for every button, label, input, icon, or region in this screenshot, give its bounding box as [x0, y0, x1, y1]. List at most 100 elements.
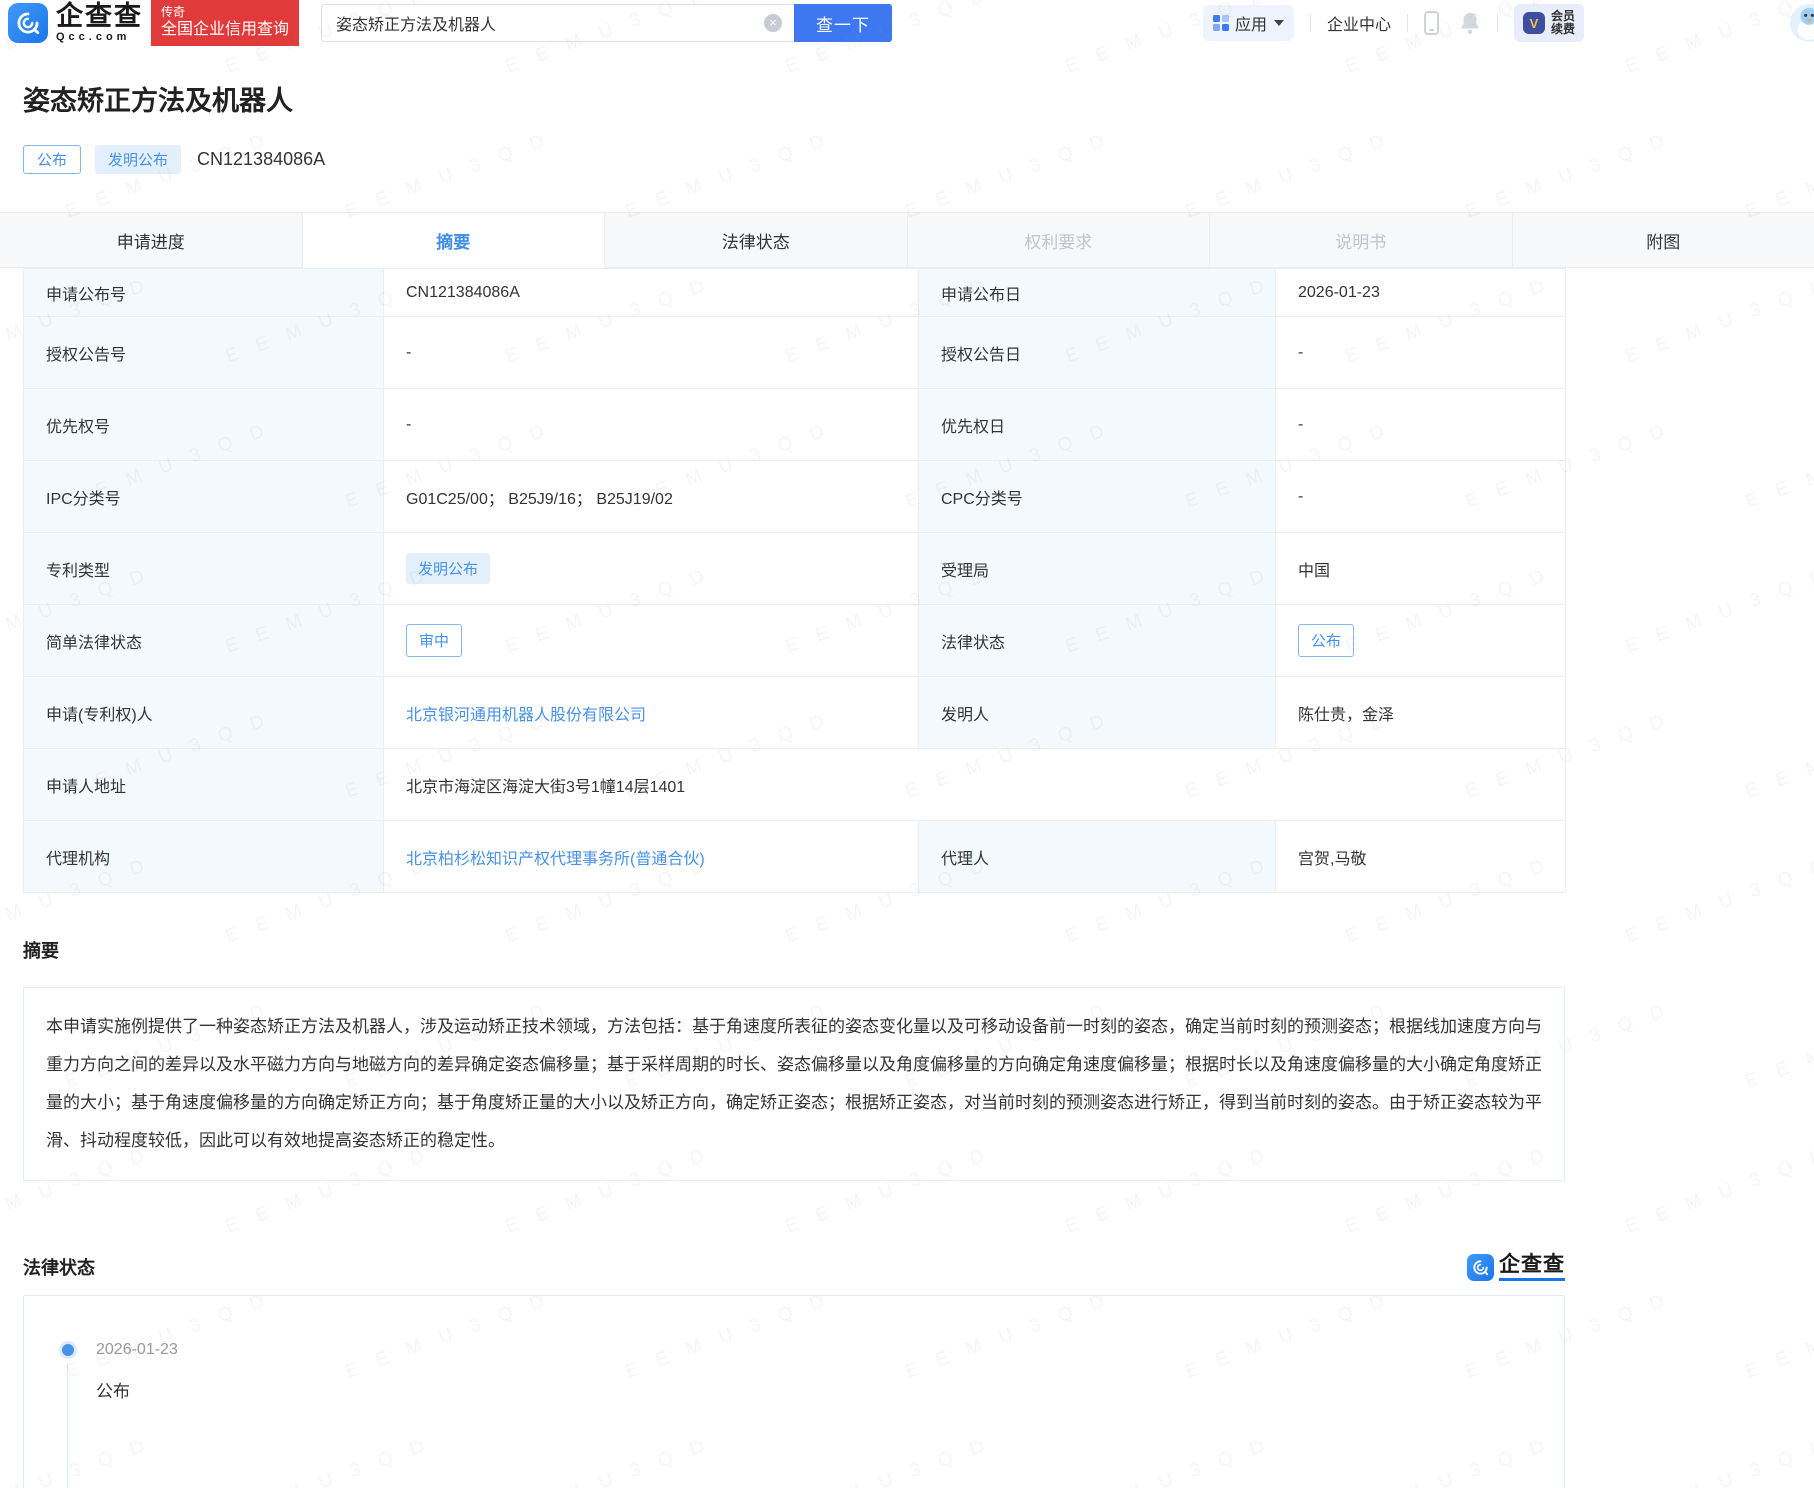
- field-value: -: [384, 317, 919, 389]
- abstract-section: 摘要 本申请实施例提供了一种姿态矫正方法及机器人，涉及运动矫正技术领域，方法包括…: [23, 937, 1565, 1181]
- table-row: 申请人地址北京市海淀区海淀大街3号1幢14层1401: [24, 749, 1566, 821]
- tab-progress[interactable]: 申请进度: [0, 213, 302, 267]
- field-value: -: [384, 389, 919, 461]
- entity-link[interactable]: 北京柏杉松知识产权代理事务所(普通合伙): [406, 851, 705, 868]
- field-label: 代理机构: [24, 821, 384, 893]
- tab-bar: 申请进度摘要法律状态权利要求说明书附图: [0, 212, 1814, 268]
- divider: [1407, 14, 1408, 32]
- field-value: CN121384086A: [384, 269, 919, 317]
- vip-crown-icon: V: [1523, 12, 1545, 34]
- table-row: 优先权号-优先权日-: [24, 389, 1566, 461]
- abstract-box: 本申请实施例提供了一种姿态矫正方法及机器人，涉及运动矫正技术领域，方法包括：基于…: [23, 987, 1565, 1181]
- brand-name: 企查查: [56, 3, 143, 30]
- field-label: 申请(专利权)人: [24, 677, 384, 749]
- timeline-dot: [62, 1344, 74, 1356]
- entity-link[interactable]: 北京银河通用机器人股份有限公司: [406, 707, 646, 724]
- slogan-badge: 传奇 全国企业信用查询: [151, 0, 299, 46]
- legal-timeline: 2026-01-23公布: [24, 1296, 1564, 1488]
- field-label: 代理人: [919, 821, 1276, 893]
- table-row: 授权公告号-授权公告日-: [24, 317, 1566, 389]
- timeline-item: 2026-01-23公布: [62, 1340, 1564, 1402]
- apps-grid-icon: [1213, 15, 1229, 31]
- publish-status-badge: 公布: [23, 145, 81, 174]
- legal-status-box: 2026-01-23公布: [23, 1295, 1565, 1488]
- table-row: 简单法律状态审中法律状态公布: [24, 605, 1566, 677]
- field-value: 中国: [1276, 533, 1566, 605]
- search-bar: × 查一下: [321, 4, 892, 42]
- qcc-corner-logo: 企查查: [1467, 1253, 1565, 1281]
- timeline-status: 公布: [96, 1377, 1564, 1402]
- field-label: 授权公告号: [24, 317, 384, 389]
- invention-type-badge: 发明公布: [95, 145, 181, 174]
- top-header: 企查查 Qcc.com 传奇 全国企业信用查询 × 查一下 应用 企业中心: [0, 0, 1814, 46]
- tab-claims: 权利要求: [907, 213, 1210, 267]
- page: 企查查 Qcc.com 传奇 全国企业信用查询 × 查一下 应用 企业中心: [0, 0, 1814, 1488]
- field-value: -: [1276, 461, 1566, 533]
- search-input[interactable]: [321, 4, 794, 42]
- patent-info-section: 申请公布号CN121384086A申请公布日2026-01-23授权公告号-授权…: [23, 268, 1565, 893]
- field-value: -: [1276, 389, 1566, 461]
- status-badge: 公布: [1298, 624, 1354, 657]
- tab-figures[interactable]: 附图: [1512, 213, 1814, 267]
- patent-info-table: 申请公布号CN121384086A申请公布日2026-01-23授权公告号-授权…: [23, 268, 1566, 893]
- page-title: 姿态矫正方法及机器人: [23, 84, 1814, 118]
- user-avatar[interactable]: [1790, 4, 1814, 42]
- qcc-logo-text: 企查查 Qcc.com: [56, 3, 143, 43]
- notification-bell-icon[interactable]: [1459, 11, 1481, 35]
- divider: [1310, 14, 1311, 32]
- slogan-line2: 全国企业信用查询: [161, 20, 289, 40]
- table-row: 专利类型发明公布 受理局中国: [24, 533, 1566, 605]
- search-button[interactable]: 查一下: [794, 4, 892, 42]
- field-value: 北京市海淀区海淀大街3号1幢14层1401: [384, 749, 1566, 821]
- field-value: 陈仕贵，金泽: [1276, 677, 1566, 749]
- field-label: IPC分类号: [24, 461, 384, 533]
- field-label: 申请人地址: [24, 749, 384, 821]
- brand-domain: Qcc.com: [56, 32, 143, 43]
- patent-number: CN121384086A: [197, 149, 325, 170]
- mobile-app-icon[interactable]: [1424, 11, 1439, 35]
- table-row: 申请公布号CN121384086A申请公布日2026-01-23: [24, 269, 1566, 317]
- field-label: 优先权日: [919, 389, 1276, 461]
- qcc-corner-logo-text: 企查查: [1499, 1253, 1565, 1281]
- apps-menu-button[interactable]: 应用: [1203, 5, 1294, 41]
- legal-status-heading: 法律状态: [23, 1254, 95, 1280]
- header-right: 应用 企业中心 V 会员 续费: [1203, 0, 1814, 46]
- tab-legal-status[interactable]: 法律状态: [604, 213, 907, 267]
- field-value: 发明公布: [384, 533, 919, 605]
- status-badge: 审中: [406, 624, 462, 657]
- qcc-corner-logo-icon: [1467, 1254, 1494, 1281]
- field-value: 公布: [1276, 605, 1566, 677]
- clear-icon[interactable]: ×: [764, 14, 782, 32]
- qcc-logo[interactable]: 企查查 Qcc.com: [8, 3, 143, 43]
- field-value: 宫贺,马敬: [1276, 821, 1566, 893]
- table-row: 代理机构 北京柏杉松知识产权代理事务所(普通合伙) 代理人宫贺,马敬: [24, 821, 1566, 893]
- field-value: 2026-01-23: [1276, 269, 1566, 317]
- field-label: 专利类型: [24, 533, 384, 605]
- enterprise-center-link[interactable]: 企业中心: [1327, 11, 1391, 35]
- status-badge: 发明公布: [406, 553, 490, 584]
- field-label: 法律状态: [919, 605, 1276, 677]
- vip-renew-button[interactable]: V 会员 续费: [1514, 4, 1584, 42]
- timeline-connector: [67, 1364, 68, 1488]
- field-value: G01C25/00； B25J9/16； B25J19/02: [384, 461, 919, 533]
- slogan-line1: 传奇: [161, 4, 289, 20]
- field-label: 申请公布日: [919, 269, 1276, 317]
- tab-description: 说明书: [1209, 213, 1512, 267]
- tab-abstract[interactable]: 摘要: [302, 213, 605, 268]
- apps-label: 应用: [1235, 11, 1267, 35]
- abstract-text: 本申请实施例提供了一种姿态矫正方法及机器人，涉及运动矫正技术领域，方法包括：基于…: [46, 1008, 1542, 1160]
- field-label: 优先权号: [24, 389, 384, 461]
- divider: [1497, 14, 1498, 32]
- qcc-logo-icon: [8, 3, 48, 43]
- field-label: 授权公告日: [919, 317, 1276, 389]
- abstract-heading: 摘要: [23, 937, 1565, 963]
- table-row: 申请(专利权)人 北京银河通用机器人股份有限公司 发明人陈仕贵，金泽: [24, 677, 1566, 749]
- field-value: 审中: [384, 605, 919, 677]
- field-label: CPC分类号: [919, 461, 1276, 533]
- field-label: 受理局: [919, 533, 1276, 605]
- title-badges: 公布 发明公布 CN121384086A: [23, 144, 1814, 174]
- table-row: IPC分类号G01C25/00； B25J9/16； B25J19/02CPC分…: [24, 461, 1566, 533]
- field-label: 发明人: [919, 677, 1276, 749]
- legal-status-section: 法律状态 企查查 2026-01-23公布: [23, 1253, 1565, 1488]
- field-value: 北京柏杉松知识产权代理事务所(普通合伙): [384, 821, 919, 893]
